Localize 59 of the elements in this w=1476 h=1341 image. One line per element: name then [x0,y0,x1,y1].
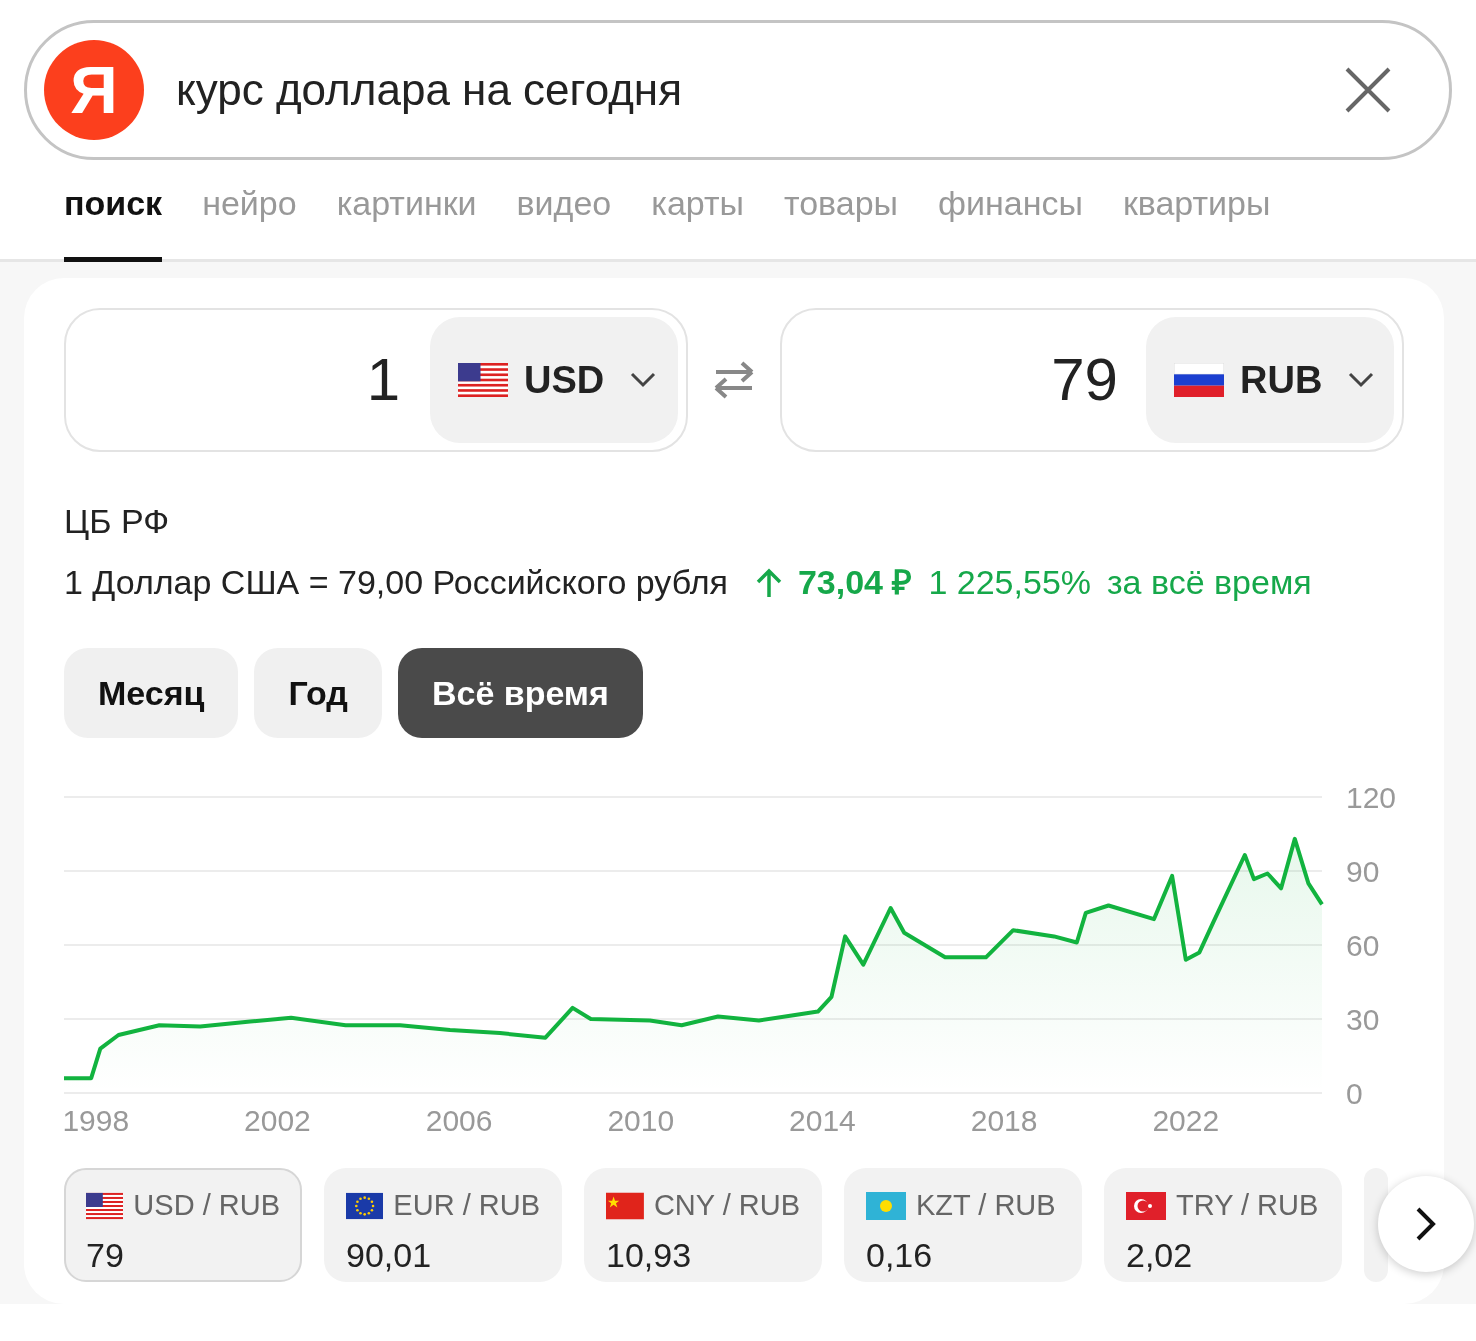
pair-label: CNY / RUB [653,1188,800,1223]
flag-icon [346,1191,384,1220]
chevron-icon [630,372,657,388]
currency-pair-card[interactable]: TRY / RUB 2,02 [1104,1168,1342,1282]
flag-icon [86,1191,124,1220]
y-axis-label: 120 [1346,781,1397,814]
currency-code: USD [524,357,605,403]
x-axis-label: 2014 [789,1104,856,1137]
currency-pair-card[interactable]: USD / RUB 79 [64,1168,302,1282]
search-query[interactable]: курс доллара на сегодня [176,57,1344,123]
change-percent: 1 225,55% [928,562,1092,603]
flag-icon [866,1191,906,1220]
flag-icon [1174,363,1224,397]
amount-value: 79 [1051,345,1118,415]
pair-rate: 10,93 [606,1234,693,1276]
x-axis-label: 2022 [1152,1104,1220,1137]
flag-icon [458,363,508,397]
yandex-logo[interactable]: Я [44,40,144,140]
y-axis-label: 0 [1346,1077,1363,1110]
pair-rate: 90,01 [346,1234,433,1276]
y-axis-label: 30 [1346,1003,1380,1036]
currency-dropdown[interactable]: RUB [1146,317,1394,443]
currency-dropdown[interactable]: USD [430,317,678,443]
chevron-icon [1348,372,1375,388]
y-axis-label: 90 [1346,855,1380,888]
y-axis-label: 60 [1346,929,1380,962]
x-axis-label: 2010 [607,1104,675,1137]
x-axis-label: 2018 [970,1104,1038,1137]
flag-icon [606,1191,644,1220]
x-axis-label: 2002 [244,1104,311,1137]
swap-icon[interactable] [712,360,756,400]
currency-code: RUB [1240,357,1323,403]
chevron-right-icon [1415,1206,1437,1242]
currency-pair-card[interactable]: CNY / RUB 10,93 [584,1168,822,1282]
close-icon[interactable] [1344,66,1392,114]
change-period: за всё время [1107,562,1312,603]
pair-label: KZT / RUB [916,1188,1056,1223]
source-label: ЦБ РФ [64,501,171,542]
amount-value: 1 [366,345,400,415]
rate-text: 1 Доллар США = 79,00 Российского рубля [64,562,728,603]
pair-label: TRY / RUB [1176,1188,1319,1223]
period-button[interactable]: Месяц [64,648,239,738]
x-axis-label: 1998 [64,1104,130,1137]
pair-rate: 2,02 [1126,1234,1194,1276]
currency-pair-card[interactable]: KZT / RUB 0,16 [844,1168,1082,1282]
currency-pair-card[interactable]: EUR / RUB 90,01 [324,1168,562,1282]
flag-icon [1126,1191,1166,1220]
amount-field[interactable]: 79 RUB [780,308,1404,452]
x-axis-label: 2006 [425,1104,493,1137]
pair-label: USD / RUB [133,1188,280,1223]
period-button[interactable]: Год [254,648,382,738]
pair-label: EUR / RUB [393,1188,540,1223]
search-bar[interactable]: Я курс доллара на сегодня [24,20,1452,160]
next-button[interactable] [1378,1176,1474,1272]
pair-rate: 79 [86,1234,125,1276]
pair-rate: 0,16 [866,1234,934,1276]
period-button[interactable]: Всё время [397,648,643,738]
change-amount: 73,04 ₽ [797,562,913,603]
amount-field[interactable]: 1 USD [64,308,688,452]
